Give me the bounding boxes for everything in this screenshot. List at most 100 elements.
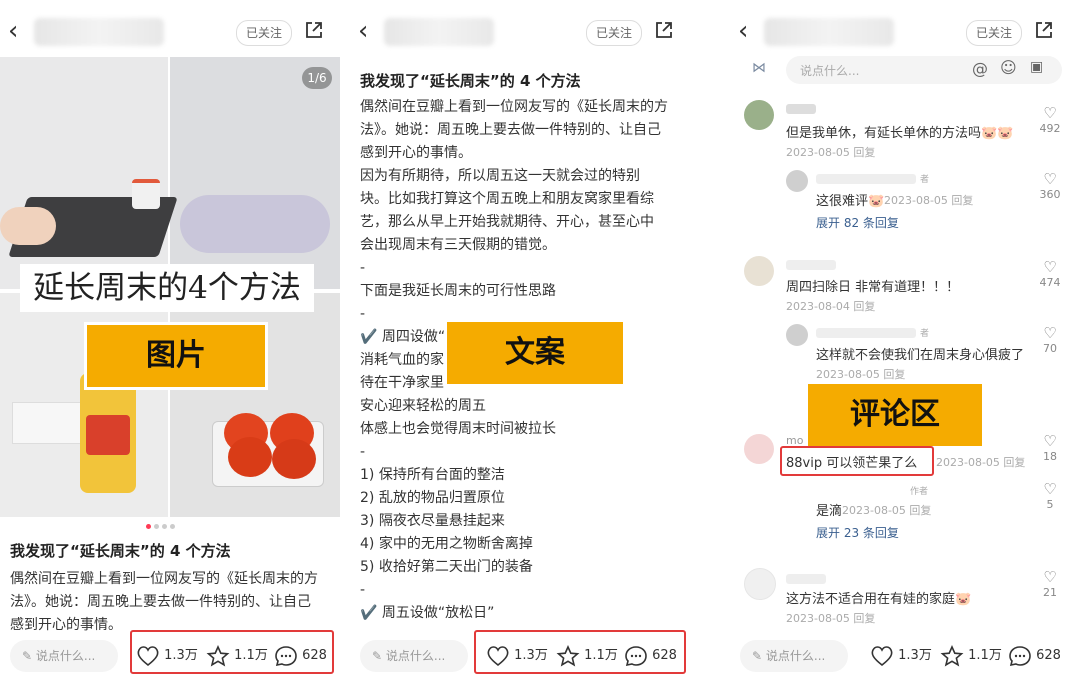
back-arrow-icon[interactable]: ‹ xyxy=(8,16,18,46)
highlight-box xyxy=(474,630,686,674)
comment-meta[interactable]: 2023-08-05 回复 xyxy=(936,454,1025,470)
share-icon[interactable] xyxy=(1034,20,1054,40)
post-line: 3) 隔夜衣尽量悬挂起来 xyxy=(360,513,505,529)
comment-text[interactable]: 这很难评🐷 xyxy=(816,190,884,209)
post-body: 偶然间在豆瓣上看到一位网友写的《延长周末的方 法》。她说：周五晚上要去做一件特别… xyxy=(10,568,340,637)
comment-input[interactable]: ✎ 说点什么... xyxy=(360,640,468,672)
back-arrow-icon[interactable]: ‹ xyxy=(358,16,368,46)
image-post-panel: ‹ 已关注 1/6 延长周末的4个方法 图片 我发现了“延长周末”的 4 个方法… xyxy=(0,0,340,674)
comment-input[interactable]: 说点什么... @ ☺ ▣ xyxy=(786,56,1062,84)
comment-like-count: 70 xyxy=(1043,342,1057,355)
comment-meta[interactable]: 2023-08-05 回复 xyxy=(786,610,875,626)
comment-text[interactable]: 周四扫除日 非常有道理！！！ xyxy=(786,276,959,295)
top-bar: ‹ 已关注 xyxy=(0,14,340,50)
heart-icon: ♡ xyxy=(1043,170,1057,188)
comment-like-button[interactable]: ♡ 474 xyxy=(1038,258,1062,289)
image-icon[interactable]: ▣ xyxy=(1030,59,1043,75)
expand-replies-link[interactable]: 展开 82 条回复 xyxy=(816,214,899,231)
expand-replies-link[interactable]: 展开 23 条回复 xyxy=(816,524,899,541)
comment-like-button[interactable]: ♡ 360 xyxy=(1038,170,1062,201)
comment-text[interactable]: 但是我单休，有延长单休的方法吗🐷🐷 xyxy=(786,122,1013,141)
comment-like-button[interactable]: ♡ 492 xyxy=(1038,104,1062,135)
avatar[interactable] xyxy=(786,170,808,192)
avatar[interactable] xyxy=(744,256,774,286)
avatar[interactable] xyxy=(744,568,776,600)
comment-like-button[interactable]: ♡ 21 xyxy=(1038,568,1062,599)
author-name-blurred[interactable] xyxy=(384,18,494,46)
comment-meta[interactable]: 2023-08-05 回复 xyxy=(816,366,905,382)
comment-text[interactable]: 这方法不适合用在有娃的家庭🐷 xyxy=(786,588,971,607)
back-arrow-icon[interactable]: ‹ xyxy=(738,16,748,46)
post-image[interactable]: 1/6 延长周末的4个方法 xyxy=(0,57,340,517)
comments-panel: ‹ 已关注 ⋈ 说点什么... @ ☺ ▣ 评论区 但是我单休，有延长单休的方法… xyxy=(730,0,1070,674)
author-badge: 作者 xyxy=(910,487,929,497)
comment-count: 628 xyxy=(1036,648,1061,663)
heart-icon: ♡ xyxy=(1043,568,1057,586)
post-line: 会出现周末有三天假期的错觉。 xyxy=(360,237,556,253)
post-line: 艺，那么从早上开始我就期待、开心，甚至心中 xyxy=(360,214,654,230)
author-badge: 者 xyxy=(920,175,930,185)
top-bar: ‹ 已关注 xyxy=(350,14,690,50)
follow-button[interactable]: 已关注 xyxy=(236,20,292,46)
post-line: 法》。她说：周五晚上要去做一件特别的、让自己 xyxy=(360,122,661,138)
post-line: ✔️ 周五设做“放松日” xyxy=(360,605,495,621)
post-line: 4) 家中的无用之物断舍离掉 xyxy=(360,536,533,552)
comment-like-count: 18 xyxy=(1043,450,1057,463)
star-icon xyxy=(940,644,964,666)
post-line: 因为有所期待，所以周五这一天就会过的特别 xyxy=(360,168,640,184)
at-icon[interactable]: @ xyxy=(972,59,988,78)
comment-input-placeholder: 说点什么... xyxy=(765,649,826,663)
section-label-comments: 评论区 xyxy=(808,384,982,446)
comment-text[interactable]: 这样就不会使我们在周末身心俱疲了 xyxy=(816,344,1024,363)
share-icon[interactable] xyxy=(304,20,324,40)
comment-text[interactable]: 是滴 xyxy=(816,500,842,519)
replier-name-blurred xyxy=(816,174,916,184)
follow-button[interactable]: 已关注 xyxy=(966,20,1022,46)
replier-name-blurred xyxy=(816,328,916,338)
like-button[interactable]: 1.3万 xyxy=(870,642,932,668)
post-line: 感到开心的事情。 xyxy=(360,145,472,161)
heart-icon: ♡ xyxy=(1043,104,1057,122)
post-line: 法》。她说：周五晚上要去做一件特别的、让自己 xyxy=(10,594,311,610)
post-line: 安心迎来轻松的周五 xyxy=(360,398,486,414)
post-line: - xyxy=(360,260,366,276)
follow-button[interactable]: 已关注 xyxy=(586,20,642,46)
share-icon[interactable] xyxy=(654,20,674,40)
post-line: - xyxy=(360,582,366,598)
post-line: 2) 乱放的物品归置原位 xyxy=(360,490,505,506)
comment-like-count: 474 xyxy=(1039,276,1061,289)
heart-icon xyxy=(871,645,893,666)
carousel-dots xyxy=(146,524,186,530)
heart-icon: ♡ xyxy=(1043,480,1057,498)
comment-like-button[interactable]: ♡ 70 xyxy=(1038,324,1062,355)
avatar[interactable] xyxy=(786,324,808,346)
emoji-icon[interactable]: ☺ xyxy=(1000,58,1017,77)
author-badge: 者 xyxy=(920,329,930,339)
comment-meta[interactable]: 2023-08-05 回复 xyxy=(842,502,931,518)
highlight-box xyxy=(780,446,934,476)
top-bar: ‹ 已关注 xyxy=(730,14,1070,50)
heart-icon: ♡ xyxy=(1043,258,1057,276)
collect-button[interactable]: 1.1万 xyxy=(940,642,1002,668)
commenter-name-blurred xyxy=(786,104,816,114)
comment-meta[interactable]: 2023-08-05 回复 xyxy=(884,192,973,208)
comment-input[interactable]: ✎ 说点什么... xyxy=(740,640,848,672)
comment-like-button[interactable]: ♡ 5 xyxy=(1038,480,1062,511)
comment-input[interactable]: ✎ 说点什么... xyxy=(10,640,118,672)
avatar[interactable] xyxy=(744,100,774,130)
comment-bubble-icon xyxy=(1009,645,1031,666)
comment-meta[interactable]: 2023-08-05 回复 xyxy=(786,144,875,160)
avatar[interactable] xyxy=(744,434,774,464)
post-line: 体感上也会觉得周末时间被拉长 xyxy=(360,421,556,437)
comment-meta[interactable]: 2023-08-04 回复 xyxy=(786,298,875,314)
bow-icon: ⋈ xyxy=(752,60,766,76)
section-label-image: 图片 xyxy=(84,322,268,390)
comment-input-placeholder: 说点什么... xyxy=(385,649,446,663)
post-line: 1) 保持所有台面的整洁 xyxy=(360,467,505,483)
highlight-box xyxy=(130,630,334,674)
author-name-blurred[interactable] xyxy=(34,18,164,46)
comment-like-button[interactable]: ♡ 18 xyxy=(1038,432,1062,463)
author-name-blurred[interactable] xyxy=(764,18,894,46)
commenter-name-blurred xyxy=(786,574,826,584)
comment-button[interactable]: 628 xyxy=(1008,642,1061,668)
